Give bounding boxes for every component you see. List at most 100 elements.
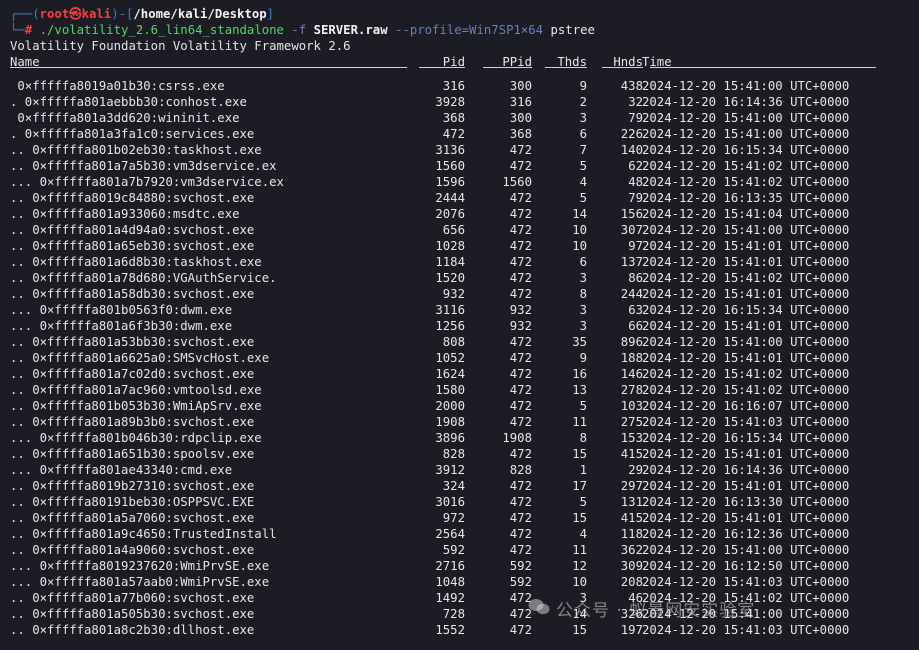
- command-file: SERVER.raw: [313, 23, 388, 37]
- header-underline-ppid: [483, 67, 532, 68]
- prompt-host: kali: [81, 7, 112, 21]
- process-time: 2024-12-20 15:41:02 UTC+0000: [642, 383, 850, 397]
- process-time: 2024-12-20 15:41:01 UTC+0000: [642, 239, 850, 253]
- process-ppid: 472: [509, 335, 532, 349]
- process-pid: 2716: [435, 559, 465, 573]
- process-name: ... 0×fffffa801a7b7920:vm3dservice.ex: [10, 175, 284, 189]
- process-time: 2024-12-20 16:16:07 UTC+0000: [642, 399, 850, 413]
- process-pid: 3896: [435, 431, 465, 445]
- process-handles: 362: [620, 543, 643, 557]
- process-handles: 62: [628, 159, 643, 173]
- process-pid: 1520: [435, 271, 465, 285]
- process-time: 2024-12-20 15:41:03 UTC+0000: [642, 415, 850, 429]
- process-row: .. 0×fffffa801a7a5b30:vm3dservice.ex 1560…: [10, 158, 919, 174]
- command-flag-f: -f: [291, 23, 307, 37]
- process-row: ... 0×fffffa801a6f3b30:dwm.exe 1256 932 3 66…: [10, 318, 919, 334]
- process-pid: 3136: [435, 143, 465, 157]
- process-threads: 4: [579, 527, 587, 541]
- process-ppid: 472: [509, 623, 532, 637]
- process-handles: 415: [620, 447, 643, 461]
- prompt-bracket-end: ]: [266, 7, 275, 21]
- process-pid: 3928: [435, 95, 465, 109]
- process-row: 0×fffffa801a3dd620:wininit.exe 368 300 3 79 2…: [10, 110, 919, 126]
- process-row: .. 0×fffffa801a78d680:VGAuthService. 1520…: [10, 270, 919, 286]
- process-threads: 3: [579, 111, 587, 125]
- process-handles: 278: [620, 383, 643, 397]
- process-handles: 118: [620, 527, 643, 541]
- process-time: 2024-12-20 15:41:02 UTC+0000: [642, 175, 850, 189]
- process-pid: 3016: [435, 495, 465, 509]
- process-name: ... 0×fffffa801b046b30:rdpclip.exe: [10, 431, 262, 445]
- process-pid: 972: [442, 511, 465, 525]
- process-threads: 35: [572, 335, 587, 349]
- process-name: .. 0×fffffa801a7ac960:vmtoolsd.exe: [10, 383, 262, 397]
- process-row: .. 0×fffffa80191beb30:OSPPSVC.EXE 3016 472…: [10, 494, 919, 510]
- process-threads: 6: [579, 127, 587, 141]
- process-name: 0×fffffa801a3dd620:wininit.exe: [10, 111, 240, 125]
- process-threads: 10: [572, 239, 587, 253]
- process-name: .. 0×fffffa801a7c02d0:svchost.exe: [10, 367, 255, 381]
- process-pid: 1596: [435, 175, 465, 189]
- process-pid: 2076: [435, 207, 465, 221]
- process-name: .. 0×fffffa801a9c4650:TrustedInstall: [10, 527, 277, 541]
- process-pid: 1184: [435, 255, 465, 269]
- process-pid: 3116: [435, 303, 465, 317]
- process-name: ... 0×fffffa801b0563f0:dwm.exe: [10, 303, 233, 317]
- process-time: 2024-12-20 16:12:50 UTC+0000: [642, 559, 850, 573]
- process-threads: 16: [572, 367, 587, 381]
- process-time: 2024-12-20 15:41:02 UTC+0000: [642, 159, 850, 173]
- process-ppid: 368: [509, 127, 532, 141]
- process-threads: 11: [572, 415, 587, 429]
- process-name: .. 0×fffffa801a65eb30:svchost.exe: [10, 239, 255, 253]
- process-time: 2024-12-20 16:15:34 UTC+0000: [642, 303, 850, 317]
- header-underline-pid: [419, 67, 465, 68]
- process-name: .. 0×fffffa801a53bb30:svchost.exe: [10, 335, 255, 349]
- header-underline-time: [650, 67, 876, 68]
- process-row: .. 0×fffffa801a58db30:svchost.exe 932 472 8…: [10, 286, 919, 302]
- process-handles: 275: [620, 415, 643, 429]
- prompt-corner-top: ┌──(: [10, 7, 40, 21]
- watermark-text: 公众号 · 蚁景网安实验室: [556, 601, 756, 621]
- process-row: .. 0×fffffa8019c84880:svchost.exe 2444 472…: [10, 190, 919, 206]
- process-time: 2024-12-20 15:41:02 UTC+0000: [642, 271, 850, 285]
- process-pid: 1580: [435, 383, 465, 397]
- process-name: .. 0×fffffa801a6625a0:SMSvcHost.exe: [10, 351, 270, 365]
- process-threads: 7: [579, 143, 587, 157]
- process-time: 2024-12-20 15:41:00 UTC+0000: [642, 543, 850, 557]
- terminal-window[interactable]: ┌──(root㉿kali)-[/home/kali/Desktop] └─# …: [0, 0, 919, 650]
- process-time: 2024-12-20 15:41:01 UTC+0000: [642, 319, 850, 333]
- process-row: .. 0×fffffa801a7c02d0:svchost.exe 1624 472…: [10, 366, 919, 382]
- process-threads: 12: [572, 559, 587, 573]
- process-row: .. 0×fffffa801a5a7060:svchost.exe 972 472 1…: [10, 510, 919, 526]
- process-time: 2024-12-20 16:13:30 UTC+0000: [642, 495, 850, 509]
- process-tree-list: 0×fffffa8019a01b30:csrss.exe 316 300 9 438 20…: [10, 78, 919, 638]
- prompt-user: root: [39, 7, 70, 21]
- process-pid: 1048: [435, 575, 465, 589]
- prompt-line-2: └─# ./volatility_2.6_lin64_standalone -f…: [10, 22, 919, 38]
- process-ppid: 316: [509, 95, 532, 109]
- process-ppid: 472: [509, 255, 532, 269]
- process-name: .. 0×fffffa801b02eb30:taskhost.exe: [10, 143, 262, 157]
- process-row: ... 0×fffffa801b046b30:rdpclip.exe 3896 19…: [10, 430, 919, 446]
- process-threads: 3: [579, 319, 587, 333]
- process-name: .. 0×fffffa801a77b060:svchost.exe: [10, 591, 255, 605]
- process-pid: 808: [442, 335, 465, 349]
- process-handles: 103: [620, 399, 643, 413]
- process-row: . 0×fffffa801a3fa1c0:services.exe 472 368 6…: [10, 126, 919, 142]
- banner-line: Volatility Foundation Volatility Framewo…: [10, 39, 351, 53]
- process-name: ... 0×fffffa801a6f3b30:dwm.exe: [10, 319, 233, 333]
- process-pid: 828: [442, 447, 465, 461]
- process-threads: 6: [579, 255, 587, 269]
- process-handles: 79: [628, 191, 643, 205]
- process-handles: 48: [628, 175, 643, 189]
- process-ppid: 472: [509, 159, 532, 173]
- process-handles: 66: [628, 319, 643, 333]
- process-name: . 0×fffffa801aebbb30:conhost.exe: [10, 95, 247, 109]
- process-pid: 1908: [435, 415, 465, 429]
- process-row: .. 0×fffffa8019b27310:svchost.exe 324 472 1…: [10, 478, 919, 494]
- process-ppid: 300: [509, 111, 532, 125]
- process-row: ... 0×fffffa8019237620:WmiPrvSE.exe 2716 5…: [10, 558, 919, 574]
- process-handles: 32: [628, 95, 643, 109]
- process-pid: 2444: [435, 191, 465, 205]
- process-handles: 896: [620, 335, 643, 349]
